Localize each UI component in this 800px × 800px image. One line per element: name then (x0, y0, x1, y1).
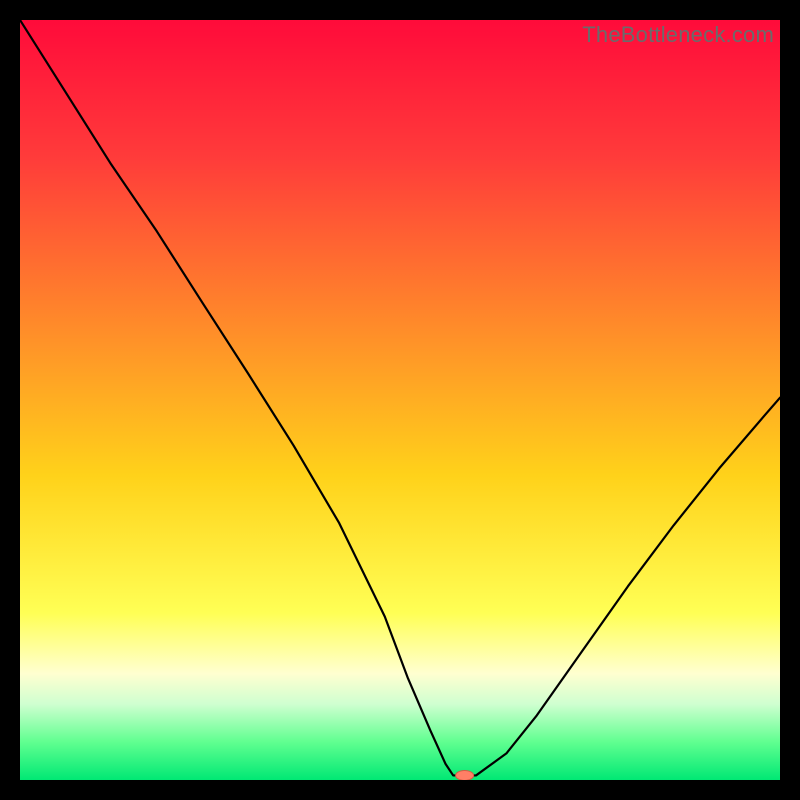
optimal-point-marker (456, 770, 474, 780)
chart-frame: TheBottleneck.com (20, 20, 780, 780)
gradient-background (20, 20, 780, 780)
watermark-text: TheBottleneck.com (582, 22, 774, 48)
bottleneck-chart (20, 20, 780, 780)
